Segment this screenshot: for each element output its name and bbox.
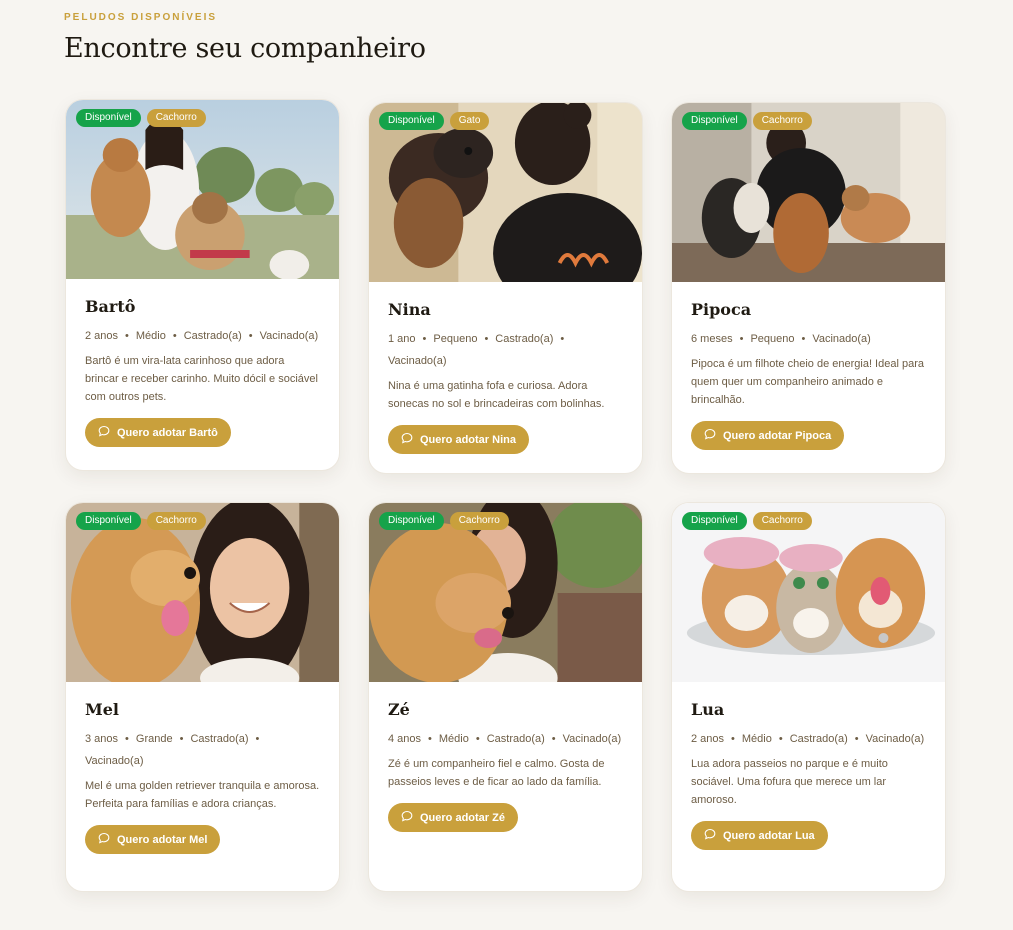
species-badge: Cachorro [146,512,206,530]
pet-size: Médio [438,733,469,745]
status-badge: Disponível [76,109,141,127]
adopt-button[interactable]: Quero adotar Lua [691,821,828,850]
adopt-button[interactable]: Quero adotar Bartô [85,418,231,447]
adopt-button[interactable]: Quero adotar Zé [388,803,518,832]
pet-name: Bartô [85,297,136,316]
pet-age: 2 anos [85,330,119,342]
chat-bubble-icon [401,810,413,825]
adopt-button-label: Quero adotar Lua [723,829,815,842]
pet-neutered: Castrado(a) [495,333,554,345]
pet-vaccinated: Vacinado(a) [259,330,319,342]
species-badge: Gato [449,112,490,130]
pet-age: 4 anos [388,733,422,745]
pet-photo: Disponível Cachorro [66,100,339,279]
pet-vaccinated: Vacinado(a) [562,733,622,745]
status-badge: Disponível [682,112,747,130]
species-badge: Cachorro [752,112,812,130]
adopt-button-label: Quero adotar Zé [420,811,505,824]
chat-bubble-icon [704,428,716,443]
pet-size: Médio [741,733,772,745]
pet-card: Disponível Cachorro Zé 4 anos • Médio • Ca… [368,502,643,892]
chat-bubble-icon [704,828,716,843]
pet-neutered: Castrado(a) [183,330,242,342]
pet-neutered: Castrado(a) [789,733,848,745]
section-title: Encontre seu companheiro [64,33,426,64]
pet-description: Zé é um companheiro fiel e calmo. Gosta … [388,758,605,788]
pet-photo: Disponível Gato [369,103,642,282]
pet-meta: 2 anos • Médio • Castrado(a) • Vacinado(a) [691,728,926,750]
adopt-button-label: Quero adotar Nina [420,433,516,446]
pet-description: Bartô é um vira-lata carinhoso que adora… [85,355,318,403]
pet-photo: Disponível Cachorro [66,503,339,682]
pet-size: Pequeno [433,333,478,345]
species-badge: Cachorro [449,512,509,530]
pet-size: Médio [135,330,166,342]
pet-card: Disponível Cachorro Bartô 2 anos • Médio •… [65,99,340,471]
pet-vaccinated: Vacinado(a) [388,355,447,367]
pet-description: Nina é uma gatinha fofa e curiosa. Adora… [388,380,605,410]
chat-bubble-icon [401,432,413,447]
pet-neutered: Castrado(a) [486,733,545,745]
pet-size: Pequeno [750,333,795,345]
section-eyebrow: PELUDOS DISPONÍVEIS [64,12,218,23]
adopt-button-label: Quero adotar Mel [117,833,208,846]
pet-size: Grande [135,733,173,745]
pet-neutered: Castrado(a) [190,733,249,745]
adopt-button-label: Quero adotar Bartô [117,426,218,439]
pet-age: 6 meses [691,333,733,345]
pet-card: Disponível Cachorro Mel 3 anos • Grande • … [65,502,340,892]
pet-name: Pipoca [691,300,752,319]
pet-card: Disponível Cachorro Lua 2 anos • Médio • C… [671,502,946,892]
status-badge: Disponível [379,512,444,530]
pet-meta: 3 anos • Grande • Castrado(a) • Vacinado(a) [85,728,320,772]
status-badge: Disponível [379,112,444,130]
pet-photo: Disponível Cachorro [672,103,945,282]
pet-vaccinated: Vacinado(a) [865,733,925,745]
pet-meta: 4 anos • Médio • Castrado(a) • Vacinado(a) [388,728,623,750]
pet-meta: 6 meses • Pequeno • Vacinado(a) [691,328,926,350]
chat-bubble-icon [98,832,110,847]
pet-card: Disponível Cachorro Pipoca 6 meses • Pequ… [671,102,946,474]
adopt-button-label: Quero adotar Pipoca [723,429,832,442]
pet-name: Zé [388,700,410,719]
pet-name: Nina [388,300,431,319]
pet-card: Disponível Gato Nina 1 ano • Pequeno • Cas… [368,102,643,474]
chat-bubble-icon [98,425,110,440]
pet-name: Mel [85,700,119,719]
pet-meta: 2 anos • Médio • Castrado(a) • Vacinado(a) [85,325,320,347]
pet-description: Mel é uma golden retriever tranquila e a… [85,780,320,810]
status-badge: Disponível [76,512,141,530]
pet-age: 3 anos [85,733,119,745]
pet-photo: Disponível Cachorro [369,503,642,682]
status-badge: Disponível [682,512,747,530]
adopt-button[interactable]: Quero adotar Pipoca [691,421,845,450]
pet-meta: 1 ano • Pequeno • Castrado(a) • Vacinado(a) [388,328,623,372]
pet-age: 1 ano [388,333,416,345]
pet-photo: Disponível Cachorro [672,503,945,682]
adopt-button[interactable]: Quero adotar Mel [85,825,221,854]
pet-name: Lua [691,700,725,719]
pet-description: Pipoca é um filhote cheio de energia! Id… [691,358,924,406]
pet-age: 2 anos [691,733,725,745]
adopt-button[interactable]: Quero adotar Nina [388,425,529,454]
pet-vaccinated: Vacinado(a) [812,333,871,345]
species-badge: Cachorro [752,512,812,530]
pet-vaccinated: Vacinado(a) [85,755,144,767]
species-badge: Cachorro [146,109,206,127]
pet-description: Lua adora passeios no parque e é muito s… [691,758,888,806]
